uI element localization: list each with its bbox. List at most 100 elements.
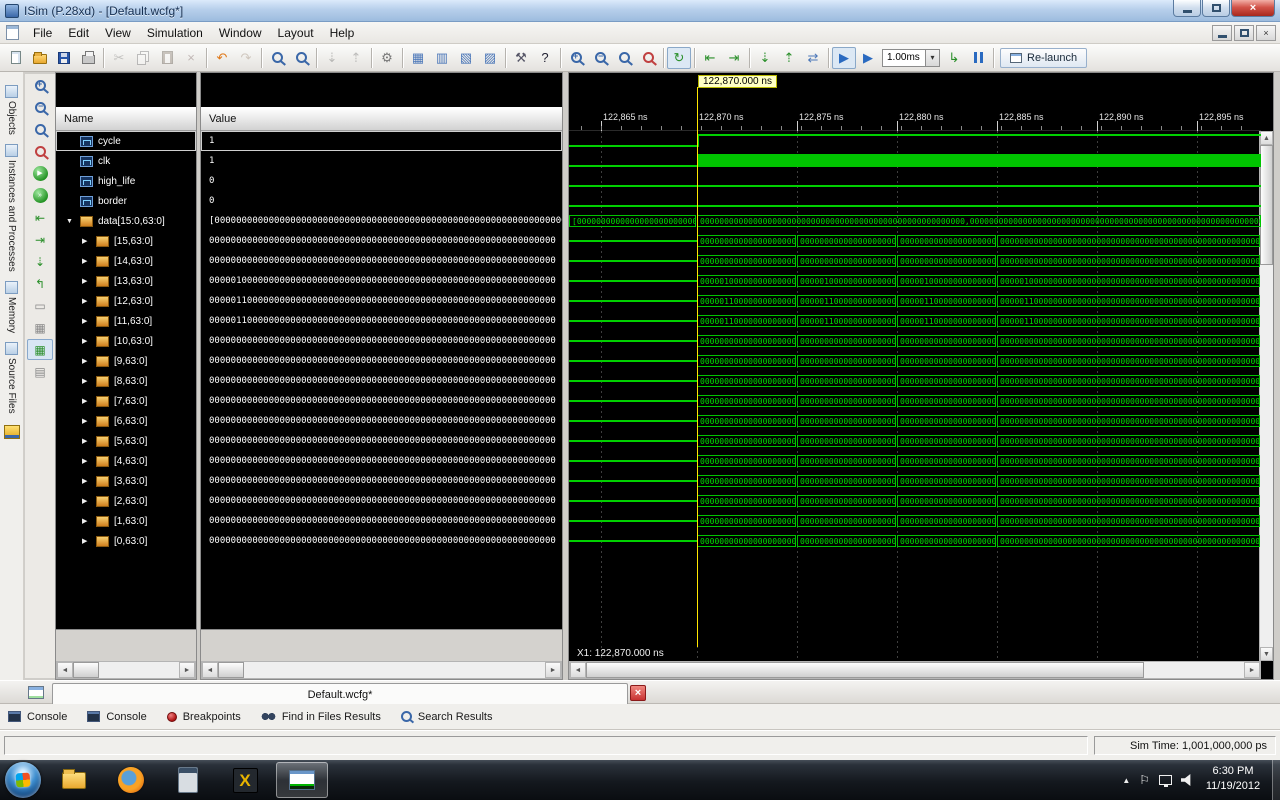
scrollbar-track[interactable] (1260, 145, 1273, 647)
expand-icon[interactable]: ▶ (82, 337, 96, 345)
signal-row[interactable]: ▶[10,63:0] (56, 331, 196, 351)
delete-button[interactable]: × (179, 47, 203, 69)
layout-tile-h-button[interactable]: ▧ (454, 47, 478, 69)
expand-icon[interactable]: ▶ (82, 437, 96, 445)
signal-row[interactable]: border (56, 191, 196, 211)
open-file-button[interactable] (28, 47, 52, 69)
expand-icon[interactable]: ▶ (82, 377, 96, 385)
minimize-button[interactable] (1173, 0, 1201, 17)
tab-find-in-files-results[interactable]: Find in Files Results (261, 711, 381, 723)
wave-hscrollbar[interactable]: ◄ ► (569, 661, 1261, 679)
go-to-start-button[interactable]: ⇤ (698, 47, 722, 69)
taskbar-calculator-button[interactable] (162, 762, 214, 798)
mdi-minimize-button[interactable] (1212, 25, 1232, 41)
signal-value[interactable]: 0000000000000000000000000000000000000000… (201, 531, 562, 551)
taskbar-firefox-button[interactable] (105, 762, 157, 798)
scroll-right-button[interactable]: ► (179, 662, 195, 678)
signal-value[interactable]: 0000000000000000000000000000000000000000… (201, 511, 562, 531)
signal-row[interactable]: ▶[9,63:0] (56, 351, 196, 371)
maximize-button[interactable] (1202, 0, 1230, 17)
wave-row[interactable]: 0000000000000000000000000000000000000000… (569, 511, 1261, 531)
signal-row[interactable]: ▶[7,63:0] (56, 391, 196, 411)
signal-value[interactable]: 0000000000000000000000000000000000000000… (201, 351, 562, 371)
scrollbar-thumb[interactable] (218, 662, 244, 678)
wave-go-start-button[interactable]: ⇤ (27, 207, 53, 228)
value-column-header[interactable]: Value (201, 107, 562, 131)
expand-icon[interactable]: ▶ (82, 397, 96, 405)
mdi-restore-button[interactable] (1234, 25, 1254, 41)
expand-icon[interactable]: ▶ (82, 477, 96, 485)
signal-row[interactable]: high_life (56, 171, 196, 191)
wave-run-button[interactable]: ▶ (27, 163, 53, 184)
scrollbar-thumb[interactable] (1260, 145, 1273, 265)
wave-prev-edge-button[interactable]: ⇣ (27, 251, 53, 272)
value-hscrollbar[interactable]: ◄ ► (201, 661, 562, 679)
signal-row[interactable]: ▶[11,63:0] (56, 311, 196, 331)
scrollbar-thumb[interactable] (73, 662, 99, 678)
wave-row[interactable] (569, 131, 1261, 151)
print-button[interactable] (76, 47, 100, 69)
collapse-icon[interactable]: ▼ (66, 218, 80, 225)
find-in-files-button[interactable] (289, 47, 313, 69)
expand-icon[interactable]: ▶ (82, 297, 96, 305)
signal-value[interactable]: 0000011000000000000000000000000000000000… (201, 311, 562, 331)
menu-edit[interactable]: Edit (60, 23, 97, 43)
document-tab[interactable]: Default.wcfg* (52, 683, 628, 705)
zoom-full-button[interactable] (612, 47, 636, 69)
wave-zoom-full-button[interactable] (27, 119, 53, 140)
expand-icon[interactable]: ▶ (82, 537, 96, 545)
expand-icon[interactable]: ▶ (82, 277, 96, 285)
signal-value[interactable]: 0000000000000000000000000000000000000000… (201, 411, 562, 431)
wave-body[interactable]: [000000000000000000000000000000000000000… (569, 131, 1261, 661)
signal-value[interactable]: 0000000000000000000000000000000000000000… (201, 431, 562, 451)
scrollbar-track[interactable] (218, 662, 545, 678)
show-desktop-button[interactable] (1272, 760, 1280, 800)
signal-row[interactable]: ▶[14,63:0] (56, 251, 196, 271)
wave-go-end-button[interactable]: ⇥ (27, 229, 53, 250)
cut-button[interactable]: ✂ (107, 47, 131, 69)
expand-icon[interactable]: ▶ (82, 457, 96, 465)
signal-row[interactable]: cycle (56, 131, 196, 151)
volume-icon[interactable] (1181, 774, 1194, 786)
find-button[interactable] (265, 47, 289, 69)
wave-row[interactable]: 0000000000000000000000000000000000000000… (569, 491, 1261, 511)
expand-icon[interactable]: ▶ (82, 237, 96, 245)
layout-main-button[interactable]: ▦ (406, 47, 430, 69)
run-time-combo[interactable]: 1.00ms▾ (882, 49, 940, 67)
wave-row[interactable]: 0000000000000000000000000000000000000000… (569, 371, 1261, 391)
time-ruler[interactable]: 122,865 ns122,870 ns122,875 ns122,880 ns… (569, 107, 1261, 131)
name-hscrollbar[interactable]: ◄ ► (56, 661, 196, 679)
wave-row[interactable]: 0000011000000000000000000000000000000000… (569, 291, 1261, 311)
tab-breakpoints[interactable]: Breakpoints (167, 711, 241, 723)
menu-view[interactable]: View (97, 23, 139, 43)
layout-float-button[interactable]: ▨ (478, 47, 502, 69)
wave-row[interactable]: 0000000000000000000000000000000000000000… (569, 471, 1261, 491)
scroll-right-button[interactable]: ► (545, 662, 561, 678)
redo-button[interactable]: ↷ (234, 47, 258, 69)
signal-row[interactable]: ▶[0,63:0] (56, 531, 196, 551)
expand-icon[interactable]: ▶ (82, 517, 96, 525)
wave-row[interactable]: 0000000000000000000000000000000000000000… (569, 351, 1261, 371)
wave-row[interactable]: 0000010000000000000000000000000000000000… (569, 271, 1261, 291)
signal-value[interactable]: 1 (201, 131, 562, 151)
layout-tile-v-button[interactable]: ▥ (430, 47, 454, 69)
mdi-close-button[interactable]: × (1256, 25, 1276, 41)
settings-button[interactable]: ⚙ (375, 47, 399, 69)
wave-row[interactable] (569, 191, 1261, 211)
signal-value[interactable]: [000000000000000000000000000000000000000… (201, 211, 562, 231)
tab-close-button[interactable]: × (630, 685, 646, 701)
scroll-down-button[interactable]: ▼ (1260, 647, 1273, 661)
wave-next-edge-button[interactable]: ↰ (27, 273, 53, 294)
tools-button[interactable]: ⚒ (509, 47, 533, 69)
close-button[interactable]: × (1231, 0, 1275, 17)
signal-row[interactable]: ▼data[15:0,63:0] (56, 211, 196, 231)
wave-row[interactable]: 0000000000000000000000000000000000000000… (569, 431, 1261, 451)
signal-row[interactable]: ▶[5,63:0] (56, 431, 196, 451)
taskbar-xilinx-button[interactable]: X (219, 762, 271, 798)
wave-row[interactable]: 0000000000000000000000000000000000000000… (569, 391, 1261, 411)
menu-help[interactable]: Help (322, 23, 363, 43)
expand-icon[interactable]: ▶ (82, 417, 96, 425)
scroll-left-button[interactable]: ◄ (57, 662, 73, 678)
menu-file[interactable]: File (25, 23, 60, 43)
paste-button[interactable] (155, 47, 179, 69)
